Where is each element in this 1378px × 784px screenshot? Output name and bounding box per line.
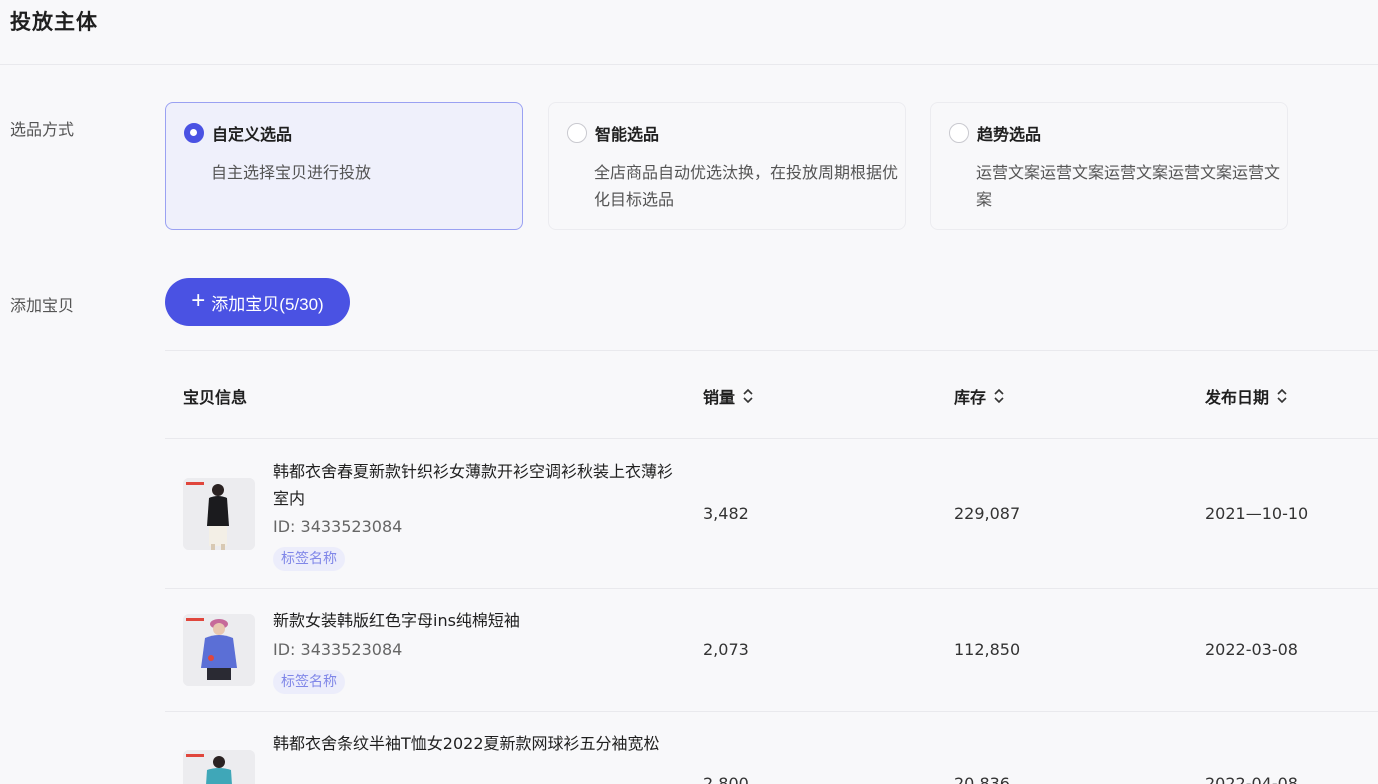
page: 投放主体 选品方式 自定义选品 自主选择宝贝进行投放 智能选品 全店商品自动优选…: [0, 0, 1378, 784]
product-name[interactable]: 韩都衣舍春夏新款针织衫女薄款开衫空调衫秋装上衣薄衫室内: [273, 458, 673, 512]
product-tag: 标签名称: [273, 670, 345, 694]
product-tag: 标签名称: [273, 547, 345, 571]
date-cell: 2022-04-08: [1205, 774, 1298, 784]
sort-icon[interactable]: [741, 386, 755, 406]
option-card-custom[interactable]: 自定义选品 自主选择宝贝进行投放: [165, 102, 523, 230]
stock-cell: 229,087: [954, 504, 1021, 523]
product-thumbnail: [183, 614, 255, 686]
date-cell: 2021—10-10: [1205, 504, 1309, 523]
column-header-stock-label: 库存: [954, 388, 987, 407]
row-divider: [165, 438, 1378, 439]
option-card-trend[interactable]: 趋势选品 运营文案运营文案运营文案运营文案运营文案: [930, 102, 1288, 230]
product-name[interactable]: 韩都衣舍条纹半袖T恤女2022夏新款网球衫五分袖宽松: [273, 730, 673, 757]
product-name[interactable]: 新款女装韩版红色字母ins纯棉短袖: [273, 607, 673, 634]
sales-cell: 2,073: [703, 640, 749, 659]
column-header-date-label: 发布日期: [1205, 388, 1270, 407]
sort-icon[interactable]: [1275, 386, 1289, 406]
stock-cell: 112,850: [954, 640, 1021, 659]
column-header-info: 宝贝信息: [183, 384, 247, 408]
option-desc: 自主选择宝贝进行投放: [211, 163, 372, 182]
product-id: ID: 3433523084: [273, 640, 403, 659]
header-divider: [0, 64, 1378, 65]
option-card-smart[interactable]: 智能选品 全店商品自动优选汰换，在投放周期根据优化目标选品: [548, 102, 906, 230]
date-cell: 2022-03-08: [1205, 640, 1298, 659]
product-id: ID: 3433523084: [273, 517, 403, 536]
add-products-button-label: 添加宝贝(5/30): [211, 294, 324, 314]
option-desc: 全店商品自动优选汰换，在投放周期根据优化目标选品: [594, 163, 899, 209]
table-top-divider: [165, 350, 1378, 351]
option-title: 趋势选品: [977, 125, 1042, 144]
radio-unchecked-icon[interactable]: [567, 123, 587, 143]
column-header-sales-label: 销量: [703, 388, 736, 407]
section-title: 投放主体: [10, 10, 98, 34]
column-header-stock[interactable]: 库存: [954, 384, 1006, 408]
product-thumbnail: [183, 750, 255, 784]
add-products-button[interactable]: + 添加宝贝(5/30): [165, 278, 350, 326]
option-title: 智能选品: [595, 125, 660, 144]
sort-icon[interactable]: [992, 386, 1006, 406]
column-header-info-label: 宝贝信息: [183, 388, 248, 407]
sales-cell: 2,800: [703, 774, 749, 784]
column-header-date[interactable]: 发布日期: [1205, 384, 1289, 408]
stock-cell: 20,836: [954, 774, 1010, 784]
row-divider: [165, 711, 1378, 712]
column-header-sales[interactable]: 销量: [703, 384, 755, 408]
radio-checked-icon[interactable]: [184, 123, 204, 143]
row-divider: [165, 588, 1378, 589]
option-desc: 运营文案运营文案运营文案运营文案运营文案: [976, 163, 1281, 209]
radio-unchecked-icon[interactable]: [949, 123, 969, 143]
selection-method-label: 选品方式: [10, 120, 75, 139]
plus-icon: +: [191, 287, 206, 314]
product-thumbnail: [183, 478, 255, 550]
sales-cell: 3,482: [703, 504, 749, 523]
option-title: 自定义选品: [212, 125, 293, 144]
add-products-label: 添加宝贝: [10, 296, 75, 315]
